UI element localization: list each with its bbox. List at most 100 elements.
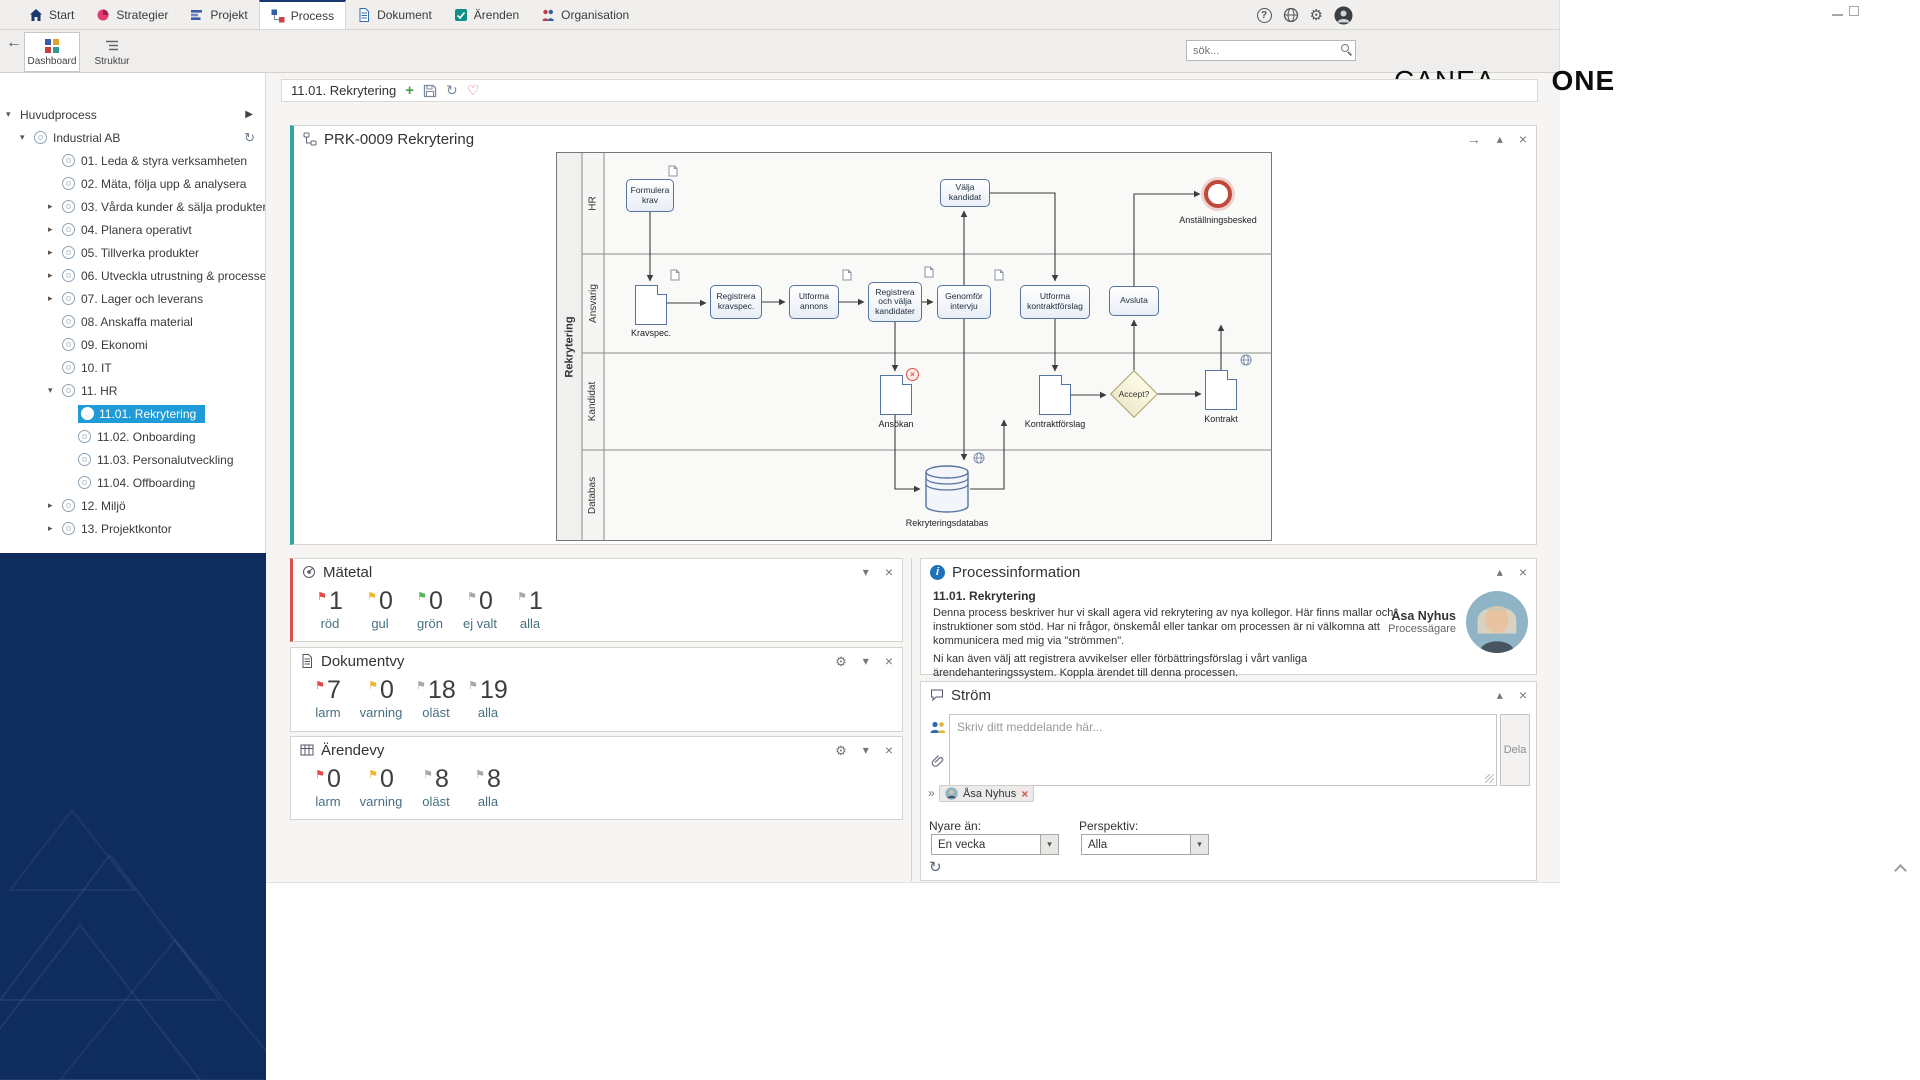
tab-struktur[interactable]: Struktur [84, 32, 140, 72]
stat-olast[interactable]: ⚑18oläst [409, 677, 463, 720]
tree-item-11-hr[interactable]: ▾11. HR [0, 379, 265, 402]
stat-alla[interactable]: ⚑8alla [463, 766, 513, 809]
tree-item-07[interactable]: ▸07. Lager och leverans [0, 287, 265, 310]
collapse-panel-icon[interactable]: ▴ [1497, 133, 1503, 145]
user-avatar-icon[interactable] [1334, 6, 1353, 25]
tree-item-06[interactable]: ▸06. Utveckla utrustning & processer [0, 264, 265, 287]
tree-item-04[interactable]: ▸04. Planera operativt [0, 218, 265, 241]
settings-gear-icon[interactable]: ⚙ [835, 744, 847, 757]
settings-gear-icon[interactable]: ⚙ [835, 655, 847, 668]
nav-projekt[interactable]: Projekt [179, 0, 258, 29]
task-genomfor-intervju[interactable]: Genomför intervju [937, 285, 991, 319]
open-diagram-icon[interactable]: → [1467, 132, 1481, 146]
add-icon[interactable]: + [405, 82, 414, 99]
close-panel-icon[interactable]: × [885, 565, 893, 579]
doc-kravspec[interactable] [635, 285, 667, 325]
settings-gear-icon[interactable]: ⚙ [1310, 8, 1323, 23]
stat-varning[interactable]: ⚑0varning [353, 677, 409, 720]
globe-icon[interactable] [1283, 7, 1299, 23]
recipient-tag[interactable]: Åsa Nyhus × [939, 785, 1034, 802]
tab-dashboard[interactable]: Dashboard [24, 32, 80, 72]
nav-organisation[interactable]: Organisation [530, 0, 640, 29]
structure-icon [104, 38, 120, 54]
stat-alla[interactable]: ⚑1alla [505, 588, 555, 631]
tree-item-02[interactable]: 02. Mäta, följa upp & analysera [0, 172, 265, 195]
doc-ansokan[interactable] [880, 375, 912, 415]
help-icon[interactable]: ? [1257, 8, 1272, 23]
stat-gron[interactable]: ⚑0grön [405, 588, 455, 631]
refresh-stream-icon[interactable]: ↻ [929, 858, 942, 876]
remove-tag-icon[interactable]: × [1021, 787, 1028, 801]
paperclip-icon[interactable] [931, 754, 945, 768]
collapse-panel-icon[interactable]: ▴ [1497, 566, 1503, 578]
task-registrera-kravspec[interactable]: Registrera kravspec. [710, 285, 762, 319]
collapse-panel-icon[interactable]: ▾ [863, 566, 869, 578]
tree-item-12[interactable]: ▸12. Miljö [0, 494, 265, 517]
audience-people-icon[interactable] [929, 720, 947, 734]
tree-item-industrial-ab[interactable]: ▾ Industrial AB ↻ [0, 126, 265, 149]
task-formulera-krav[interactable]: Formulera krav [626, 179, 674, 212]
close-panel-icon[interactable]: × [885, 743, 893, 757]
scroll-top-icon[interactable] [1894, 864, 1907, 877]
perspective-select[interactable]: Alla ▾ [1081, 834, 1209, 855]
collapse-panel-icon[interactable]: ▾ [863, 655, 869, 667]
tree-item-05[interactable]: ▸05. Tillverka produkter [0, 241, 265, 264]
close-panel-icon[interactable]: × [1519, 132, 1527, 146]
doc-kontrakt[interactable] [1205, 370, 1237, 410]
stat-varning[interactable]: ⚑0varning [353, 766, 409, 809]
refresh-icon[interactable]: ↻ [446, 82, 458, 99]
nav-arenden[interactable]: Ärenden [443, 0, 530, 29]
expander-icon[interactable]: ▾ [20, 132, 34, 143]
tree-item-1101-rekrytering-selected[interactable]: 11.01. Rekrytering [0, 402, 265, 425]
newer-than-select[interactable]: En vecka ▾ [931, 834, 1059, 855]
tree-item-1102[interactable]: 11.02. Onboarding [0, 425, 265, 448]
save-icon[interactable] [423, 84, 437, 98]
stat-gul[interactable]: ⚑0gul [355, 588, 405, 631]
task-utforma-annons[interactable]: Utforma annons [789, 285, 839, 319]
tree-item-01[interactable]: 01. Leda & styra verksamheten [0, 149, 265, 172]
close-panel-icon[interactable]: × [885, 654, 893, 668]
resize-grip[interactable] [1485, 774, 1494, 783]
stat-ej-valt[interactable]: ⚑0ej valt [455, 588, 505, 631]
gauge-icon [302, 565, 316, 579]
close-panel-icon[interactable]: × [1519, 688, 1527, 702]
back-arrow-icon[interactable]: ← [6, 34, 22, 52]
stat-alla[interactable]: ⚑19alla [463, 677, 513, 720]
stat-rod[interactable]: ⚑1röd [305, 588, 355, 631]
tree-item-03[interactable]: ▸03. Vårda kunder & sälja produkter [0, 195, 265, 218]
panel-expand-icon[interactable]: ▶ [245, 109, 253, 120]
end-event[interactable] [1204, 180, 1232, 208]
tree-item-13[interactable]: ▸13. Projektkontor [0, 517, 265, 540]
tree-item-08[interactable]: 08. Anskaffa material [0, 310, 265, 333]
datastore-rekryteringsdatabas[interactable] [924, 464, 970, 514]
nav-dokument[interactable]: Dokument [346, 0, 443, 29]
tree-item-huvudprocess[interactable]: ▾ Huvudprocess ▶ [0, 103, 265, 126]
task-valja-kandidat[interactable]: Välja kandidat [940, 179, 990, 207]
share-button[interactable]: Dela [1500, 714, 1530, 786]
collapse-panel-icon[interactable]: ▾ [863, 744, 869, 756]
window-minimize-icon[interactable] [1832, 14, 1843, 16]
task-registrera-valja-kandidater[interactable]: Registrera och välja kandidater [868, 282, 922, 322]
close-panel-icon[interactable]: × [1519, 565, 1527, 579]
expander-icon[interactable]: ▾ [6, 109, 20, 120]
message-input[interactable] [949, 714, 1497, 786]
task-avsluta[interactable]: Avsluta [1109, 286, 1159, 316]
stat-larm[interactable]: ⚑0larm [303, 766, 353, 809]
tree-item-1104[interactable]: 11.04. Offboarding [0, 471, 265, 494]
tree-item-09[interactable]: 09. Ekonomi [0, 333, 265, 356]
window-maximize-icon[interactable] [1849, 6, 1859, 16]
nav-process[interactable]: Process [259, 0, 346, 29]
stat-larm[interactable]: ⚑7larm [303, 677, 353, 720]
refresh-tree-icon[interactable]: ↻ [244, 130, 255, 146]
collapse-panel-icon[interactable]: ▴ [1497, 689, 1503, 701]
search-icon[interactable] [1341, 44, 1349, 52]
search-input[interactable] [1186, 40, 1356, 61]
nav-start[interactable]: Start [18, 0, 85, 29]
tree-item-10[interactable]: 10. IT [0, 356, 265, 379]
tree-item-1103[interactable]: 11.03. Personalutveckling [0, 448, 265, 471]
favorite-heart-icon[interactable]: ♡ [467, 82, 480, 99]
doc-kontraktforslag[interactable] [1039, 375, 1071, 415]
task-utforma-kontraktforslag[interactable]: Utforma kontraktförslag [1020, 285, 1090, 319]
stat-olast[interactable]: ⚑8oläst [409, 766, 463, 809]
nav-strategier[interactable]: Strategier [85, 0, 179, 29]
